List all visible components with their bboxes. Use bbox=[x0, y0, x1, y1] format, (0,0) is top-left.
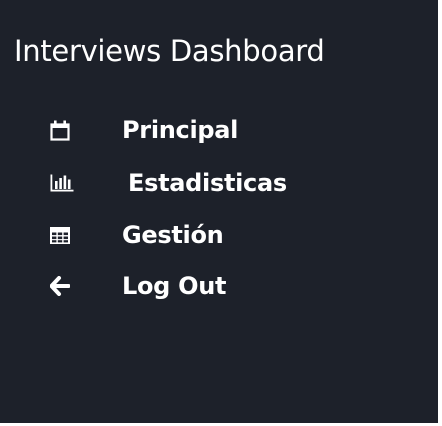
nav-item-label: Log Out bbox=[122, 272, 227, 300]
nav-item-principal[interactable]: Principal bbox=[0, 108, 438, 152]
nav-item-label: Principal bbox=[122, 116, 239, 144]
table-icon bbox=[50, 213, 76, 257]
nav-item-label: Gestión bbox=[122, 221, 224, 249]
arrow-left-icon bbox=[50, 264, 76, 308]
nav-item-log-out[interactable]: Log Out bbox=[0, 264, 438, 308]
sidebar: Interviews Dashboard Principal Estadisti… bbox=[0, 0, 438, 423]
nav-item-label: Estadisticas bbox=[128, 169, 287, 197]
dashboard-title[interactable]: Interviews Dashboard bbox=[14, 31, 325, 71]
bar-chart-icon bbox=[50, 161, 76, 205]
calendar-icon bbox=[50, 108, 76, 152]
nav-item-gestion[interactable]: Gestión bbox=[0, 213, 438, 257]
nav-item-estadisticas[interactable]: Estadisticas bbox=[0, 161, 438, 205]
